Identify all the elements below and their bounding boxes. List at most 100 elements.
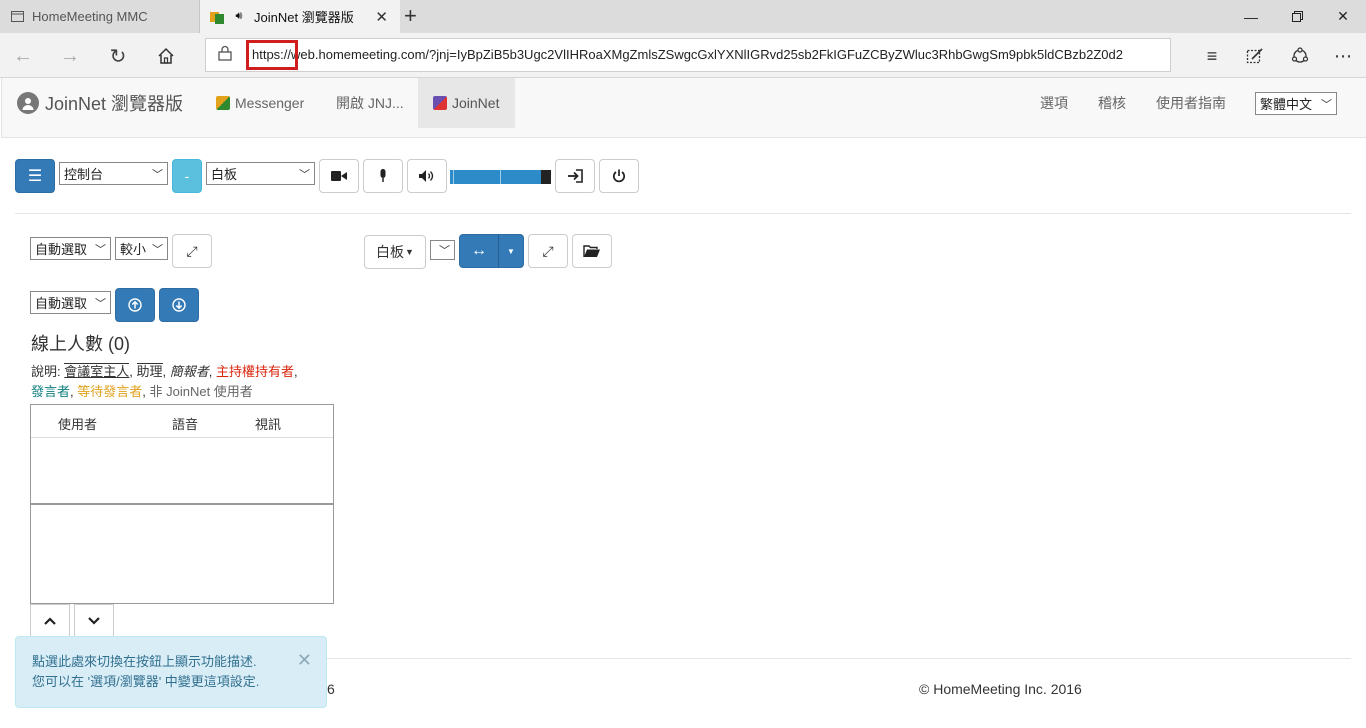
nav-open-jnj-label: 開啟 JNJ... — [336, 95, 404, 111]
web-note-icon[interactable] — [1242, 43, 1268, 69]
refresh-icon[interactable]: ↻ — [104, 42, 132, 70]
nav-joinnet[interactable]: JoinNet — [418, 78, 515, 128]
open-file-button[interactable] — [572, 234, 612, 268]
size-select-value: 較小 — [120, 242, 147, 257]
scroll-up-button[interactable] — [30, 604, 70, 638]
nav-open-jnj[interactable]: 開啟 JNJ... — [321, 78, 419, 128]
page-select[interactable]: ﹀ — [430, 240, 455, 260]
legend-prefix: 說明: — [31, 364, 61, 379]
browser-tab-bar: HomeMeeting MMC 🔊︎ JoinNet 瀏覽器版 ✕ + — ✕ — [0, 0, 1366, 33]
tooltip-toggle-toast[interactable]: 點選此處來切換在按鈕上顯示功能描述. 您可以在 '選項/瀏覽器' 中變更這項設定… — [15, 636, 327, 708]
forward-icon[interactable]: → — [56, 42, 84, 70]
chevron-down-icon: ﹀ — [95, 244, 106, 256]
nav-messenger[interactable]: Messenger — [201, 78, 319, 128]
upload-button[interactable] — [115, 288, 155, 322]
board-select-value: 白板 — [211, 167, 238, 182]
language-value: 繁體中文 — [1260, 97, 1313, 112]
nav-user-guide-label: 使用者指南 — [1156, 95, 1226, 111]
expand-icon: ⤢ — [542, 242, 554, 259]
toast-line-1: 點選此處來切換在按鈕上顯示功能描述. — [32, 654, 257, 669]
volume-slider[interactable] — [450, 170, 551, 184]
nav-joinnet-label: JoinNet — [452, 95, 500, 111]
auto-select-value: 自動選取 — [35, 242, 88, 257]
menu-button[interactable]: ☰ — [15, 159, 55, 193]
fit-width-button[interactable]: ↔ — [459, 234, 499, 268]
column-audio[interactable]: 語音 — [172, 414, 198, 433]
browser-tab-joinnet[interactable]: 🔊︎ JoinNet 瀏覽器版 ✕ — [200, 0, 400, 33]
expand-board-button[interactable]: ⤢ — [528, 234, 568, 268]
download-button[interactable] — [159, 288, 199, 322]
chevron-down-icon: ﹀ — [152, 244, 163, 256]
chevron-down-icon: ﹀ — [439, 245, 450, 257]
minimize-icon[interactable]: — — [1228, 0, 1274, 33]
volume-slider-handle[interactable] — [541, 170, 551, 184]
nav-audit[interactable]: 稽核 — [1083, 78, 1141, 128]
circle-arrow-down-icon — [172, 298, 186, 312]
legend-chair: 主持權持有者 — [216, 364, 295, 379]
chevron-down-icon — [88, 617, 100, 625]
panel-select[interactable]: 控制台 ﹀ — [59, 162, 168, 185]
caret-down-icon: ▼ — [405, 247, 414, 257]
joinnet-favicon — [210, 10, 224, 24]
new-tab-icon[interactable]: + — [404, 4, 417, 28]
chevron-up-icon — [44, 617, 56, 625]
address-bar[interactable]: https://web.homemeeting.com/?jnj=IyBpZiB… — [205, 38, 1171, 72]
column-user[interactable]: 使用者 — [58, 414, 97, 433]
close-tab-icon[interactable]: ✕ — [375, 8, 388, 26]
footer-fragment: 6 — [327, 681, 335, 697]
lock-icon[interactable] — [218, 45, 232, 64]
chevron-down-icon: ﹀ — [299, 169, 310, 181]
participant-table-header: 使用者 語音 視訊 — [31, 405, 333, 438]
home-icon[interactable] — [152, 42, 180, 70]
microphone-icon — [380, 169, 386, 182]
page-icon — [10, 10, 24, 24]
minus-button[interactable]: - — [172, 159, 202, 193]
browser-tab-label: JoinNet 瀏覽器版 — [254, 10, 354, 25]
sign-in-icon — [568, 169, 583, 183]
minus-label: - — [184, 168, 190, 184]
legend-host: 會議室主人 — [64, 363, 130, 379]
nav-options[interactable]: 選項 — [1025, 78, 1083, 128]
login-button[interactable] — [555, 159, 595, 193]
expand-video-button[interactable]: ⤢ — [172, 234, 212, 268]
video-button[interactable] — [319, 159, 359, 193]
hamburger-icon: ☰ — [27, 168, 43, 185]
legend-speaker: 發言者 — [31, 384, 71, 399]
close-icon[interactable]: ✕ — [297, 650, 312, 670]
column-video[interactable]: 視訊 — [255, 414, 281, 433]
chevron-down-icon: ﹀ — [95, 298, 106, 310]
fit-options-toggle[interactable]: ▼ — [498, 234, 524, 268]
folder-open-icon — [583, 245, 600, 257]
panel-select-value: 控制台 — [64, 167, 104, 182]
auto-select-video[interactable]: 自動選取 ﹀ — [30, 237, 111, 260]
nav-user-guide[interactable]: 使用者指南 — [1141, 78, 1241, 128]
auto-select-value: 自動選取 — [35, 296, 88, 311]
restore-icon[interactable] — [1274, 0, 1320, 33]
caret-down-icon: ▼ — [507, 246, 515, 256]
expand-icon: ⤢ — [186, 242, 198, 259]
volume-button[interactable] — [407, 159, 447, 193]
microphone-button[interactable] — [363, 159, 403, 193]
app-brand[interactable]: JoinNet 瀏覽器版 — [17, 90, 183, 116]
nav-options-label: 選項 — [1040, 95, 1068, 111]
whiteboard-dropdown-button[interactable]: 白板 ▼ — [364, 235, 426, 269]
auto-select-audio[interactable]: 自動選取 ﹀ — [30, 291, 111, 314]
speaker-icon[interactable]: 🔊︎ — [232, 10, 246, 24]
share-icon[interactable] — [1287, 43, 1313, 69]
url-text[interactable]: https://web.homemeeting.com/?jnj=IyBpZiB… — [252, 47, 1162, 65]
footer-divider — [326, 658, 1351, 659]
close-window-icon[interactable]: ✕ — [1320, 0, 1366, 33]
back-icon[interactable]: ← — [9, 42, 37, 70]
language-select[interactable]: 繁體中文 ﹀ — [1255, 92, 1337, 115]
url-protocol-highlight — [246, 40, 298, 70]
scroll-down-button[interactable] — [74, 604, 114, 638]
volume-tick — [500, 170, 501, 184]
browser-tab-homemeeting[interactable]: HomeMeeting MMC — [0, 0, 200, 33]
size-select[interactable]: 較小 ﹀ — [115, 237, 168, 260]
message-box[interactable] — [30, 504, 334, 604]
power-button[interactable] — [599, 159, 639, 193]
more-icon[interactable]: ⋯ — [1330, 43, 1356, 69]
chevron-down-icon: ﹀ — [152, 169, 163, 181]
reading-view-icon[interactable]: ≡ — [1199, 43, 1225, 69]
board-select[interactable]: 白板 ﹀ — [206, 162, 315, 185]
